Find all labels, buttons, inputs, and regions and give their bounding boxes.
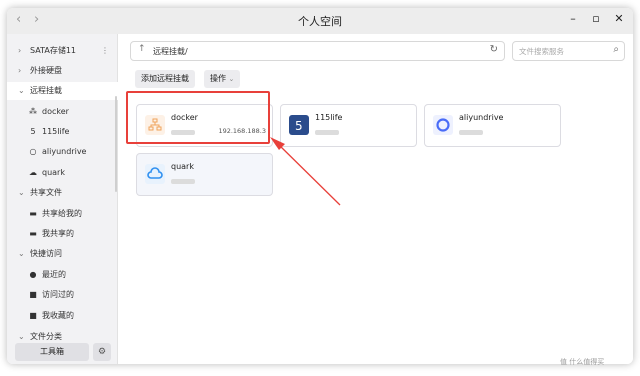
annotation-arrow — [270, 137, 341, 206]
watermark: 值 什么值得买 — [560, 358, 605, 366]
